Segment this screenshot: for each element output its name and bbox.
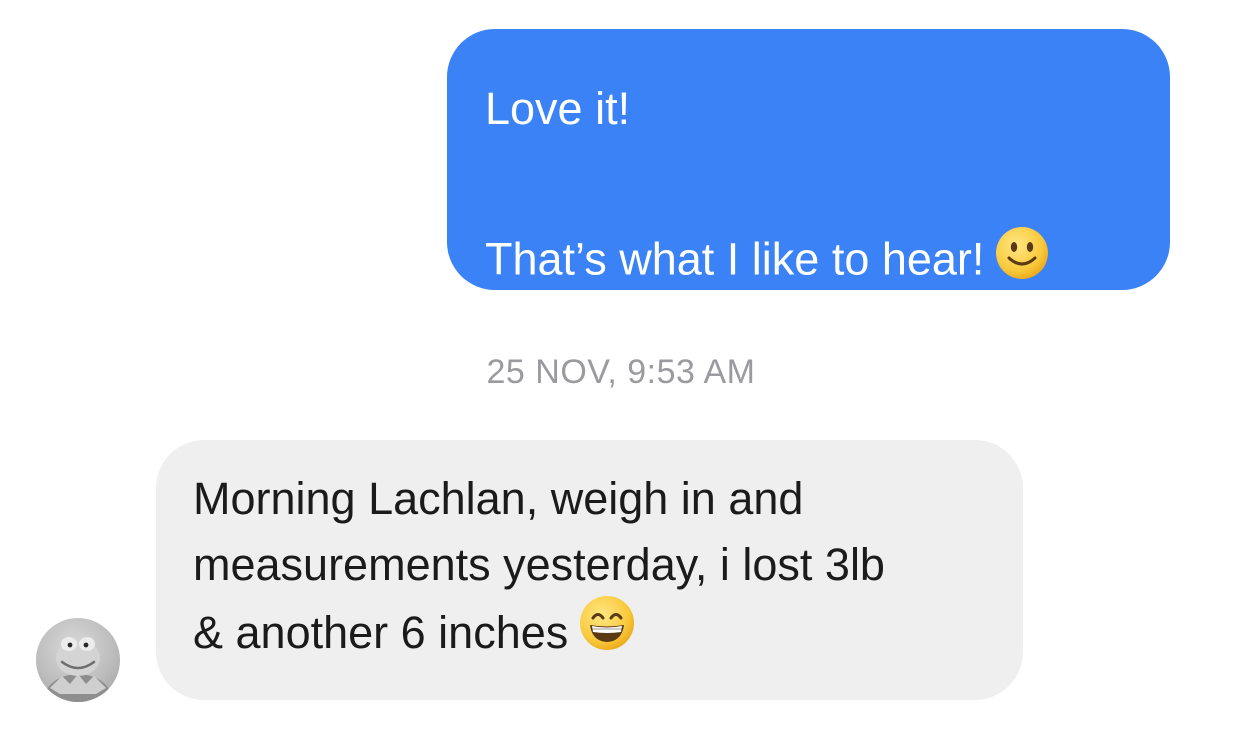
incoming-message-line-3-wrap: & another 6 inches bbox=[193, 596, 987, 674]
slightly-smiling-face-icon bbox=[994, 225, 1050, 292]
incoming-message-row: Morning Lachlan, weigh in and measuremen… bbox=[0, 438, 1242, 708]
outgoing-message-line-2: That’s what I like to hear! bbox=[485, 233, 985, 285]
outgoing-message-line-1: Love it! bbox=[485, 83, 631, 134]
incoming-message-bubble[interactable]: Morning Lachlan, weigh in and measuremen… bbox=[156, 440, 1023, 700]
message-timestamp: 25 NOV, 9:53 AM bbox=[486, 353, 756, 391]
outgoing-message-line-2-wrap: That’s what I like to hear! bbox=[485, 227, 1132, 296]
outgoing-message-bubble[interactable]: Love it! That’s what I like to hear! bbox=[447, 29, 1170, 290]
kermit-avatar-icon[interactable] bbox=[36, 618, 120, 702]
message-thread: Love it! That’s what I like to hear! 25 … bbox=[0, 0, 1242, 733]
incoming-message-line-2: measurements yesterday, i lost 3lb bbox=[193, 539, 885, 590]
grinning-face-icon bbox=[578, 594, 636, 670]
incoming-message-line-1: Morning Lachlan, weigh in and bbox=[193, 473, 804, 524]
incoming-message-line-3: & another 6 inches bbox=[193, 606, 569, 658]
outgoing-message-line-break bbox=[485, 135, 1132, 229]
